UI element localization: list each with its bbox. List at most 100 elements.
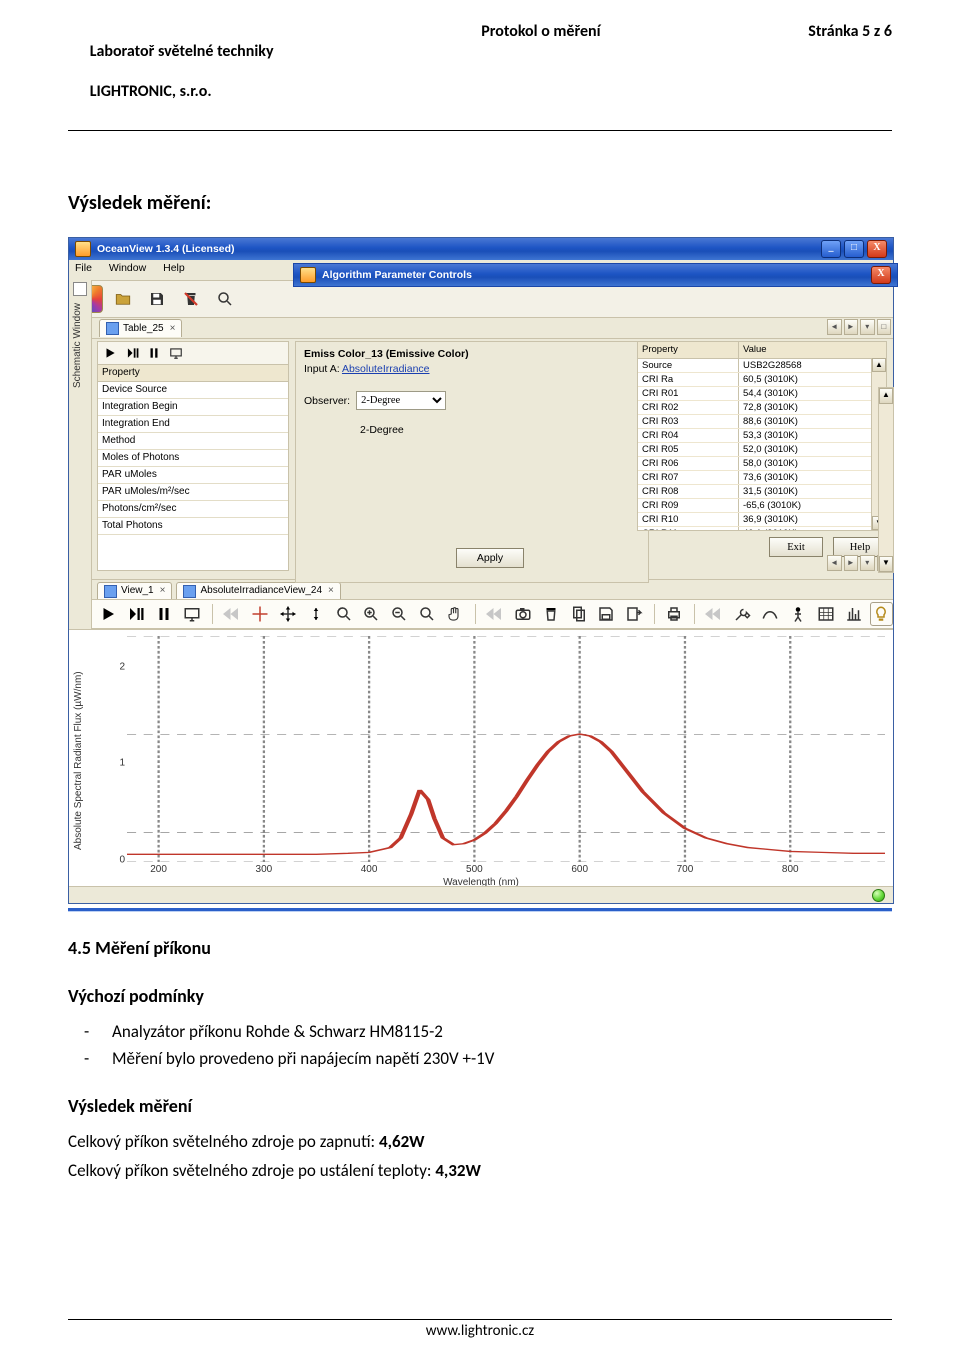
dropdown-icon[interactable]: ▾ [860, 319, 875, 335]
close-icon[interactable]: × [170, 323, 176, 335]
apply-button[interactable]: Apply [456, 548, 524, 568]
zoom-in-icon[interactable] [360, 602, 383, 626]
zoom-icon[interactable] [416, 602, 439, 626]
table-row: CRI R04 [638, 429, 739, 442]
pause-icon[interactable] [146, 345, 162, 361]
close-icon[interactable]: × [328, 585, 334, 597]
save-icon[interactable] [595, 602, 618, 626]
oceanview-window: OceanView 1.3.4 (Licensed) _ □ X File Wi… [68, 237, 894, 904]
play-icon[interactable] [97, 602, 120, 626]
scroll-up-icon[interactable]: ▲ [872, 358, 886, 372]
window-minimize-button[interactable]: _ [821, 240, 841, 258]
table-row: CRI R02 [638, 401, 739, 414]
rewind-icon[interactable] [221, 602, 244, 626]
results-table: Property Value SourceUSB2G28568 CRI Ra60… [637, 341, 887, 531]
play-pause-icon[interactable] [125, 602, 148, 626]
zoom-reset-icon[interactable] [332, 602, 355, 626]
first-icon[interactable] [483, 602, 506, 626]
observer-label: Observer: [304, 395, 350, 407]
table-icon[interactable] [814, 602, 837, 626]
camera-icon[interactable] [511, 602, 534, 626]
pin-icon[interactable] [73, 282, 87, 296]
alg-input-link[interactable]: AbsoluteIrradiance [342, 363, 430, 375]
copy-icon[interactable] [567, 602, 590, 626]
trash-icon[interactable] [539, 602, 562, 626]
result-line-2: Celkový příkon světelného zdroje po ustá… [68, 1160, 892, 1181]
window-maximize-button[interactable]: □ [844, 240, 864, 258]
maximize-icon[interactable]: □ [877, 319, 892, 335]
scroll-right-icon[interactable]: ► [844, 319, 859, 335]
save-icon[interactable] [143, 285, 171, 313]
algorithm-dialog-titlebar[interactable]: Algorithm Parameter Controls X [294, 264, 897, 286]
skip-back-icon[interactable] [703, 602, 726, 626]
app-icon [75, 241, 91, 257]
scroll-left-icon[interactable]: ◄ [827, 555, 842, 571]
menu-window[interactable]: Window [109, 262, 146, 274]
close-icon[interactable]: × [160, 585, 166, 597]
curve-icon[interactable] [758, 602, 781, 626]
scroll-right-icon[interactable]: ► [844, 555, 859, 571]
h-4-5: 4.5 Měření příkonu [68, 937, 892, 959]
pause-icon[interactable] [153, 602, 176, 626]
observer-select[interactable]: 2-Degree [356, 391, 446, 410]
spectrum-chart[interactable]: Absolute Spectral Radiant Flux (µW/nm) 0… [69, 629, 893, 886]
doc-footer: www.lightronic.cz [0, 1319, 960, 1340]
print-icon[interactable] [663, 602, 686, 626]
left-prop-row: Integration End [98, 416, 288, 433]
open-icon[interactable] [109, 285, 137, 313]
vresize-icon[interactable] [304, 602, 327, 626]
view-toolbar [69, 600, 893, 629]
scroll-down-icon[interactable]: ▼ [879, 556, 893, 572]
scroll-left-icon[interactable]: ◄ [827, 319, 842, 335]
result-line-1: Celkový příkon světelného zdroje po zapn… [68, 1131, 892, 1152]
tab-absirr[interactable]: AbsoluteIrradianceView_24 × [176, 582, 340, 599]
status-led-icon [872, 889, 885, 902]
zoom-out-icon[interactable] [388, 602, 411, 626]
table-row: CRI R07 [638, 471, 739, 484]
menu-help[interactable]: Help [163, 262, 185, 274]
tab-scroller-top[interactable]: ◄ ► ▾ □ [827, 319, 891, 335]
table-row: CRI R08 [638, 485, 739, 498]
list-item: Měření bylo provedeno při napájecím napě… [112, 1048, 892, 1069]
left-prop-row: PAR uMoles/m²/sec [98, 484, 288, 501]
table-row: CRI Ra [638, 373, 739, 386]
peaks-icon[interactable] [842, 602, 865, 626]
algorithm-dialog: Algorithm Parameter Controls X [293, 263, 898, 287]
export-icon[interactable] [623, 602, 646, 626]
move-icon[interactable] [276, 602, 299, 626]
hand-icon[interactable] [444, 602, 467, 626]
table-row: CRI R10 [638, 513, 739, 526]
tab-view1[interactable]: View_1 × [97, 582, 172, 599]
section-title: Výsledek měření: [68, 191, 892, 215]
left-prop-row: Device Source [98, 382, 288, 399]
monitor-icon[interactable] [168, 345, 184, 361]
alg-input-label: Input A: [304, 363, 342, 375]
crosshair-icon[interactable] [248, 602, 271, 626]
window-close-button[interactable]: X [867, 240, 887, 258]
scroll-up-icon[interactable]: ▲ [879, 388, 893, 404]
delete-icon[interactable] [177, 285, 205, 313]
results-col-value: Value [739, 342, 886, 358]
bulb-icon[interactable] [870, 602, 893, 626]
alg-title: Emiss Color_13 (Emissive Color) [304, 348, 469, 360]
monitor-icon[interactable] [181, 602, 204, 626]
window-titlebar[interactable]: OceanView 1.3.4 (Licensed) _ □ X [69, 238, 893, 260]
tools-icon[interactable] [731, 602, 754, 626]
play-pause-icon[interactable] [124, 345, 140, 361]
tab-table25[interactable]: Table_25 × [99, 319, 182, 337]
dropdown-icon[interactable]: ▾ [860, 555, 875, 571]
zoom-icon[interactable] [211, 285, 239, 313]
person-icon[interactable] [786, 602, 809, 626]
doc-header-left-1: Laboratoř světelné techniky [90, 42, 274, 61]
table-row: Source [638, 359, 739, 372]
dialog-close-button[interactable]: X [871, 266, 891, 284]
algorithm-dialog-title: Algorithm Parameter Controls [322, 269, 472, 281]
exit-button[interactable]: Exit [769, 537, 823, 557]
doc-header-left-2: LIGHTRONIC, s.r.o. [90, 82, 212, 101]
blue-separator [68, 908, 892, 911]
table-row: CRI R01 [638, 387, 739, 400]
play-icon[interactable] [102, 345, 118, 361]
menu-file[interactable]: File [75, 262, 92, 274]
right-scrollbar[interactable]: ▲ ▼ [878, 387, 894, 573]
dialog-icon [300, 267, 316, 283]
